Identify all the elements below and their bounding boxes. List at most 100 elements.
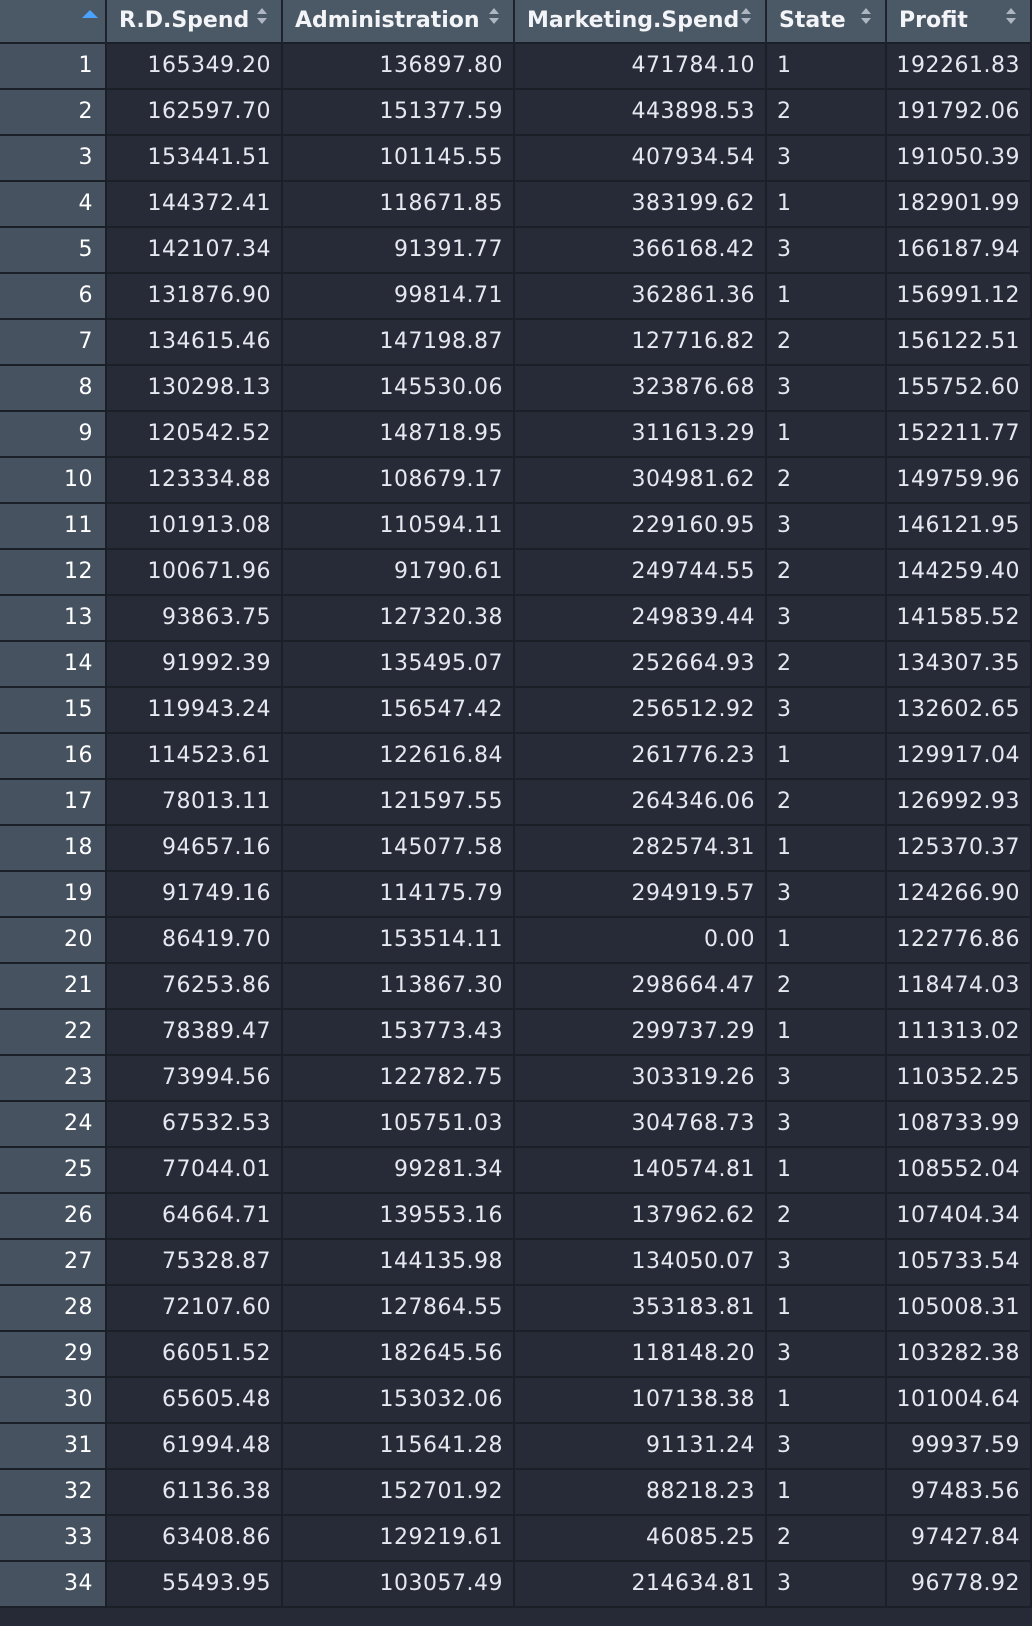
row-index: 30 bbox=[0, 1378, 107, 1422]
row-index: 4 bbox=[0, 182, 107, 226]
cell-marketing-spend: 383199.62 bbox=[515, 182, 767, 226]
header-marketing-spend[interactable]: Marketing.Spend bbox=[515, 0, 767, 44]
cell-rd-spend: 91992.39 bbox=[107, 642, 283, 686]
cell-profit: 182901.99 bbox=[887, 182, 1032, 226]
row-index: 12 bbox=[0, 550, 107, 594]
header-administration[interactable]: Administration bbox=[283, 0, 515, 44]
cell-profit: 156122.51 bbox=[887, 320, 1032, 364]
header-profit[interactable]: Profit bbox=[887, 0, 1032, 44]
sort-icon[interactable] bbox=[487, 6, 501, 28]
header-state[interactable]: State bbox=[767, 0, 887, 44]
cell-profit: 146121.95 bbox=[887, 504, 1032, 548]
cell-marketing-spend: 252664.93 bbox=[515, 642, 767, 686]
cell-marketing-spend: 134050.07 bbox=[515, 1240, 767, 1284]
cell-rd-spend: 75328.87 bbox=[107, 1240, 283, 1284]
table-row: 13 93863.75 127320.38 249839.44 3 141585.52 bbox=[0, 596, 1032, 642]
cell-administration: 113867.30 bbox=[283, 964, 515, 1008]
cell-administration: 145530.06 bbox=[283, 366, 515, 410]
cell-state: 3 bbox=[767, 1056, 887, 1100]
cell-profit: 96778.92 bbox=[887, 1562, 1032, 1606]
cell-state: 2 bbox=[767, 458, 887, 502]
row-index: 19 bbox=[0, 872, 107, 916]
row-index: 3 bbox=[0, 136, 107, 180]
cell-state: 2 bbox=[767, 1516, 887, 1560]
cell-rd-spend: 165349.20 bbox=[107, 44, 283, 88]
sort-icon[interactable] bbox=[1004, 6, 1018, 28]
cell-profit: 108733.99 bbox=[887, 1102, 1032, 1146]
row-index: 7 bbox=[0, 320, 107, 364]
sort-icon[interactable] bbox=[859, 6, 873, 28]
cell-marketing-spend: 471784.10 bbox=[515, 44, 767, 88]
cell-administration: 110594.11 bbox=[283, 504, 515, 548]
cell-administration: 153773.43 bbox=[283, 1010, 515, 1054]
table-row: 32 61136.38 152701.92 88218.23 1 97483.56 bbox=[0, 1470, 1032, 1516]
table-row: 9 120542.52 148718.95 311613.29 1 152211.77 bbox=[0, 412, 1032, 458]
cell-state: 2 bbox=[767, 90, 887, 134]
row-index: 20 bbox=[0, 918, 107, 962]
cell-profit: 99937.59 bbox=[887, 1424, 1032, 1468]
cell-profit: 125370.37 bbox=[887, 826, 1032, 870]
cell-profit: 191050.39 bbox=[887, 136, 1032, 180]
table-row: 19 91749.16 114175.79 294919.57 3 124266.90 bbox=[0, 872, 1032, 918]
cell-marketing-spend: 249744.55 bbox=[515, 550, 767, 594]
header-rd-spend[interactable]: R.D.Spend bbox=[107, 0, 283, 44]
row-index: 5 bbox=[0, 228, 107, 272]
cell-administration: 153032.06 bbox=[283, 1378, 515, 1422]
cell-state: 3 bbox=[767, 1102, 887, 1146]
table-row: 1 165349.20 136897.80 471784.10 1 192261.83 bbox=[0, 44, 1032, 90]
table-row: 34 55493.95 103057.49 214634.81 3 96778.92 bbox=[0, 1562, 1032, 1608]
cell-marketing-spend: 323876.68 bbox=[515, 366, 767, 410]
cell-state: 3 bbox=[767, 596, 887, 640]
table-row: 33 63408.86 129219.61 46085.25 2 97427.84 bbox=[0, 1516, 1032, 1562]
cell-rd-spend: 78013.11 bbox=[107, 780, 283, 824]
cell-state: 2 bbox=[767, 642, 887, 686]
cell-state: 1 bbox=[767, 1378, 887, 1422]
table-body: 1 165349.20 136897.80 471784.10 1 192261.83 2 1… bbox=[0, 44, 1032, 1608]
cell-marketing-spend: 0.00 bbox=[515, 918, 767, 962]
cell-administration: 151377.59 bbox=[283, 90, 515, 134]
table-row: 11 101913.08 110594.11 229160.95 3 146121.95 bbox=[0, 504, 1032, 550]
table-row: 6 131876.90 99814.71 362861.36 1 156991.12 bbox=[0, 274, 1032, 320]
cell-state: 3 bbox=[767, 228, 887, 272]
cell-rd-spend: 101913.08 bbox=[107, 504, 283, 548]
cell-marketing-spend: 443898.53 bbox=[515, 90, 767, 134]
cell-profit: 124266.90 bbox=[887, 872, 1032, 916]
row-index: 11 bbox=[0, 504, 107, 548]
cell-administration: 153514.11 bbox=[283, 918, 515, 962]
sort-ascending-icon[interactable] bbox=[82, 10, 98, 18]
cell-marketing-spend: 304768.73 bbox=[515, 1102, 767, 1146]
table-row: 2 162597.70 151377.59 443898.53 2 191792.06 bbox=[0, 90, 1032, 136]
cell-state: 1 bbox=[767, 182, 887, 226]
cell-profit: 155752.60 bbox=[887, 366, 1032, 410]
cell-state: 3 bbox=[767, 504, 887, 548]
cell-state: 1 bbox=[767, 1470, 887, 1514]
cell-marketing-spend: 294919.57 bbox=[515, 872, 767, 916]
cell-marketing-spend: 127716.82 bbox=[515, 320, 767, 364]
table-row: 29 66051.52 182645.56 118148.20 3 103282.38 bbox=[0, 1332, 1032, 1378]
cell-rd-spend: 93863.75 bbox=[107, 596, 283, 640]
cell-state: 2 bbox=[767, 780, 887, 824]
cell-marketing-spend: 407934.54 bbox=[515, 136, 767, 180]
cell-profit: 108552.04 bbox=[887, 1148, 1032, 1192]
table-row: 16 114523.61 122616.84 261776.23 1 129917.04 bbox=[0, 734, 1032, 780]
row-index: 13 bbox=[0, 596, 107, 640]
cell-profit: 103282.38 bbox=[887, 1332, 1032, 1376]
table-row: 23 73994.56 122782.75 303319.26 3 110352.25 bbox=[0, 1056, 1032, 1102]
table-row: 25 77044.01 99281.34 140574.81 1 108552.04 bbox=[0, 1148, 1032, 1194]
table-row: 10 123334.88 108679.17 304981.62 2 149759.96 bbox=[0, 458, 1032, 504]
cell-marketing-spend: 140574.81 bbox=[515, 1148, 767, 1192]
cell-administration: 114175.79 bbox=[283, 872, 515, 916]
cell-rd-spend: 61994.48 bbox=[107, 1424, 283, 1468]
cell-rd-spend: 65605.48 bbox=[107, 1378, 283, 1422]
cell-marketing-spend: 353183.81 bbox=[515, 1286, 767, 1330]
cell-state: 2 bbox=[767, 550, 887, 594]
row-index: 24 bbox=[0, 1102, 107, 1146]
table-row: 22 78389.47 153773.43 299737.29 1 111313.02 bbox=[0, 1010, 1032, 1056]
header-index[interactable] bbox=[0, 0, 107, 44]
cell-rd-spend: 55493.95 bbox=[107, 1562, 283, 1606]
cell-state: 1 bbox=[767, 1010, 887, 1054]
sort-icon[interactable] bbox=[255, 6, 269, 28]
cell-marketing-spend: 256512.92 bbox=[515, 688, 767, 732]
sort-icon[interactable] bbox=[739, 6, 753, 28]
row-index: 32 bbox=[0, 1470, 107, 1514]
